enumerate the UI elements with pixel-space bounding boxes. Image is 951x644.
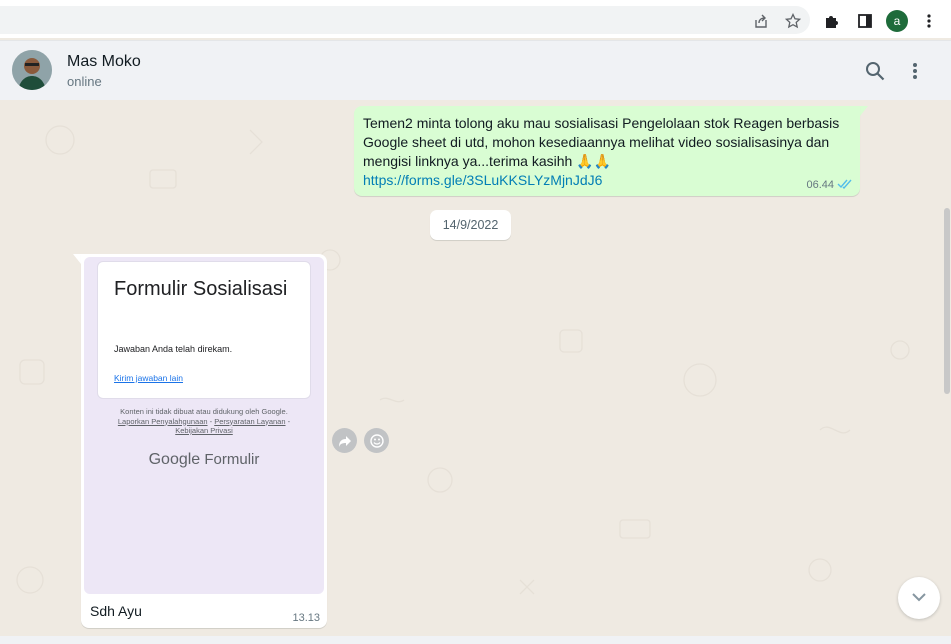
outgoing-message-time: 06.44 (806, 179, 834, 191)
address-bar[interactable] (0, 6, 810, 34)
footer-link-abuse: Laporkan Penyalahgunaan (117, 416, 208, 426)
incoming-message-caption: Sdh Ayu (90, 603, 142, 619)
browser-toolbar: a (0, 6, 951, 38)
profile-initial: a (893, 14, 901, 28)
form-card: Formulir Sosialisasi Jawaban Anda telah … (97, 261, 311, 399)
incoming-message[interactable]: Formulir Sosialisasi Jawaban Anda telah … (81, 254, 327, 628)
emoji-reaction-icon[interactable] (364, 428, 389, 453)
outgoing-message-link[interactable]: https://forms.gle/3SLuKKSLYzMjnJdJ6 (363, 171, 851, 190)
form-footer-text: Konten ini tidak dibuat atau didukung ol… (120, 407, 288, 416)
double-check-icon (837, 178, 853, 192)
incoming-bubble-tail (73, 254, 81, 264)
outgoing-bubble-tail (860, 106, 868, 116)
star-icon[interactable] (782, 10, 804, 32)
form-footer: Konten ini tidak dibuat atau didukung ol… (94, 407, 314, 436)
chat-header[interactable]: Mas Moko online (0, 40, 951, 100)
search-icon[interactable] (863, 59, 887, 83)
contact-name[interactable]: Mas Moko (67, 53, 141, 71)
incoming-message-time: 13.13 (292, 612, 320, 624)
side-panel-icon[interactable] (854, 10, 876, 32)
form-title: Formulir Sosialisasi (114, 278, 288, 300)
profile-avatar[interactable]: a (886, 10, 908, 32)
google-forms-brand: Google Formulir (84, 451, 324, 469)
outgoing-message[interactable]: Temen2 minta tolong aku mau sosialisasi … (354, 106, 860, 196)
share-icon[interactable] (750, 10, 772, 32)
footer-link-privacy: Kebijakan Privasi (175, 426, 233, 435)
brand-google: Google (148, 451, 201, 468)
form-resubmit-link: Kirim jawaban lain (114, 373, 183, 383)
form-confirmation: Jawaban Anda telah direkam. (114, 344, 233, 354)
kebab-menu-icon[interactable] (918, 10, 940, 32)
menu-icon[interactable] (903, 59, 927, 83)
composer-bar-edge (0, 636, 951, 644)
footer-link-terms: Persyaratan Layanan (214, 416, 286, 426)
forward-icon[interactable] (332, 428, 357, 453)
chat-panel[interactable]: Temen2 minta tolong aku mau sosialisasi … (0, 100, 951, 636)
footer-separator: - (285, 416, 291, 426)
chevron-down-icon (911, 589, 927, 607)
extensions-icon[interactable] (821, 10, 843, 32)
outgoing-message-meta: 06.44 (806, 178, 853, 192)
date-separator: 14/9/2022 (430, 210, 511, 240)
scroll-to-bottom-button[interactable] (898, 577, 940, 619)
link-preview-image[interactable]: Formulir Sosialisasi Jawaban Anda telah … (84, 257, 324, 594)
brand-product: Formulir (204, 451, 260, 468)
outgoing-message-text: Temen2 minta tolong aku mau sosialisasi … (363, 115, 840, 169)
chat-scrollbar[interactable] (944, 208, 950, 394)
contact-status: online (67, 74, 102, 89)
contact-avatar[interactable] (12, 50, 52, 90)
